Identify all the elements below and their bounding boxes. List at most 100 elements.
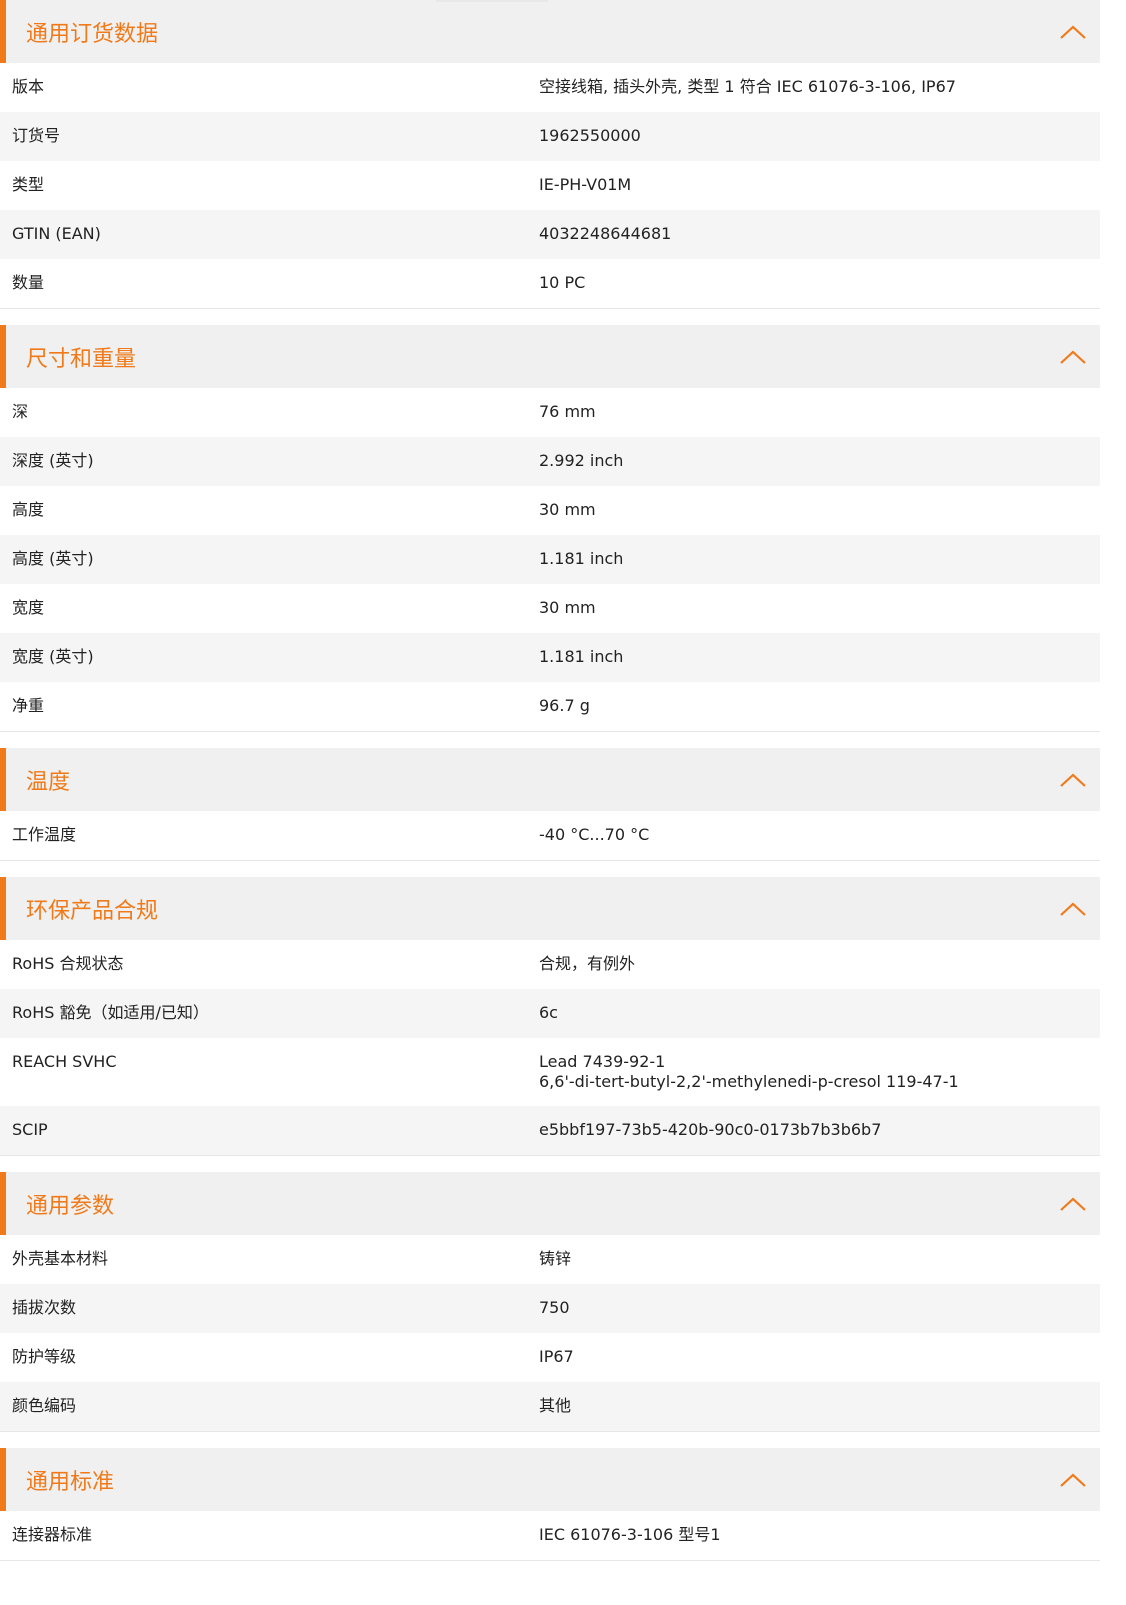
spec-label: RoHS 豁免（如适用/已知） xyxy=(12,1003,209,1022)
spec-row: 工作温度 -40 °C...70 °C xyxy=(0,811,1100,860)
section-title: 通用标准 xyxy=(26,1469,115,1495)
section-header[interactable]: 通用标准 xyxy=(0,1448,1100,1511)
spec-value-line: 6,6'-di-tert-butyl-2,2'-methylenedi-p-cr… xyxy=(539,1072,959,1091)
spec-table: 工作温度 -40 °C...70 °C xyxy=(0,811,1100,861)
spec-value: 6c xyxy=(539,989,1100,1037)
spec-row: 插拔次数 750 xyxy=(0,1284,1100,1333)
spec-label: RoHS 合规状态 xyxy=(12,954,124,973)
chevron-up-icon[interactable] xyxy=(1056,15,1090,49)
chevron-up-icon[interactable] xyxy=(1056,763,1090,797)
spec-table: 深 76 mm 深度 (英寸) 2.992 inch 高度 30 mm 高度 (英寸) 1.1… xyxy=(0,388,1100,732)
spec-value: 合规，有例外 xyxy=(539,940,1100,988)
spec-value-line: 1.181 inch xyxy=(539,549,624,568)
spec-value: 30 mm xyxy=(539,584,1100,632)
spec-label: 插拔次数 xyxy=(12,1298,77,1317)
spec-value-line: 铸锌 xyxy=(539,1249,572,1268)
spec-value: 空接线箱, 插头外壳, 类型 1 符合 IEC 61076-3-106, IP6… xyxy=(539,63,1100,111)
spec-value-line: 96.7 g xyxy=(539,696,590,715)
spec-value-line: 30 mm xyxy=(539,598,596,617)
spec-label: 高度 xyxy=(12,500,45,519)
section-title: 温度 xyxy=(26,769,71,795)
spec-row: 高度 (英寸) 1.181 inch xyxy=(0,535,1100,584)
spec-value-line: 空接线箱, 插头外壳, 类型 1 符合 IEC 61076-3-106, IP6… xyxy=(539,77,956,96)
section-title: 通用订货数据 xyxy=(26,21,159,47)
spec-section: 通用订货数据版本 空接线箱, 插头外壳, 类型 1 符合 IEC 61076-3-… xyxy=(0,0,1100,309)
spec-row: 版本 空接线箱, 插头外壳, 类型 1 符合 IEC 61076-3-106, I… xyxy=(0,63,1100,112)
spec-label: 外壳基本材料 xyxy=(12,1249,109,1268)
spec-value-line: 10 PC xyxy=(539,273,586,292)
section-header[interactable]: 尺寸和重量 xyxy=(0,325,1100,388)
spec-value-line: 76 mm xyxy=(539,402,596,421)
spec-label: 订货号 xyxy=(12,126,61,145)
spec-value: -40 °C...70 °C xyxy=(539,811,1100,859)
spec-value-line: IP67 xyxy=(539,1347,574,1366)
spec-table: 连接器标准 IEC 61076-3-106 型号1 xyxy=(0,1511,1100,1561)
spec-value-line: 750 xyxy=(539,1298,570,1317)
spec-row: SCIP e5bbf197-73b5-420b-90c0-0173b7b3b6b7 xyxy=(0,1106,1100,1155)
spec-label: 版本 xyxy=(12,77,45,96)
spec-value-line: 其他 xyxy=(539,1396,572,1415)
spec-value: 76 mm xyxy=(539,388,1100,436)
spec-label: 净重 xyxy=(12,696,45,715)
top-tab-edge xyxy=(436,0,548,2)
spec-row: 订货号 1962550000 xyxy=(0,112,1100,161)
chevron-up-icon[interactable] xyxy=(1056,1187,1090,1221)
section-title: 通用参数 xyxy=(26,1193,115,1219)
spec-row: 深 76 mm xyxy=(0,388,1100,437)
spec-row: 外壳基本材料 铸锌 xyxy=(0,1235,1100,1284)
spec-label: REACH SVHC xyxy=(12,1052,117,1071)
spec-label: 颜色编码 xyxy=(12,1396,77,1415)
spec-value: 4032248644681 xyxy=(539,210,1100,258)
chevron-up-icon[interactable] xyxy=(1056,892,1090,926)
spec-row: 宽度 30 mm xyxy=(0,584,1100,633)
spec-table: 版本 空接线箱, 插头外壳, 类型 1 符合 IEC 61076-3-106, I… xyxy=(0,63,1100,309)
spec-value: 2.992 inch xyxy=(539,437,1100,485)
spec-value: 1.181 inch xyxy=(539,535,1100,583)
spec-value-line: 2.992 inch xyxy=(539,451,624,470)
spec-section: 尺寸和重量深 76 mm 深度 (英寸) 2.992 inch 高度 30 mm 高度 (英… xyxy=(0,325,1100,732)
spec-value: 1.181 inch xyxy=(539,633,1100,681)
spec-label: SCIP xyxy=(12,1120,48,1139)
section-header[interactable]: 通用订货数据 xyxy=(0,0,1100,63)
chevron-up-icon[interactable] xyxy=(1056,340,1090,374)
spec-value-line: 合规，有例外 xyxy=(539,954,636,973)
spec-value: 30 mm xyxy=(539,486,1100,534)
spec-value-line: 1962550000 xyxy=(539,126,641,145)
spec-value-line: -40 °C...70 °C xyxy=(539,825,650,844)
spec-row: REACH SVHC Lead 7439-92-1 6,6'-di-tert-but… xyxy=(0,1038,1100,1106)
spec-row: 颜色编码 其他 xyxy=(0,1382,1100,1431)
spec-value: 10 PC xyxy=(539,259,1100,307)
spec-label: 高度 (英寸) xyxy=(12,549,94,568)
spec-value: 铸锌 xyxy=(539,1235,1100,1283)
spec-label: 工作温度 xyxy=(12,825,77,844)
spec-value: 750 xyxy=(539,1284,1100,1332)
spec-value-line: Lead 7439-92-1 xyxy=(539,1052,666,1071)
spec-value-line: IEC 61076-3-106 型号1 xyxy=(539,1525,721,1544)
spec-value: 其他 xyxy=(539,1382,1100,1430)
spec-row: 数量 10 PC xyxy=(0,259,1100,308)
section-header[interactable]: 通用参数 xyxy=(0,1172,1100,1235)
spec-row: 高度 30 mm xyxy=(0,486,1100,535)
spec-value-line: IE-PH-V01M xyxy=(539,175,632,194)
spec-row: GTIN (EAN) 4032248644681 xyxy=(0,210,1100,259)
spec-row: 净重 96.7 g xyxy=(0,682,1100,731)
spec-table: RoHS 合规状态 合规，有例外 RoHS 豁免（如适用/已知） 6c REACH SV… xyxy=(0,940,1100,1156)
spec-label: 宽度 xyxy=(12,598,45,617)
spec-row: 连接器标准 IEC 61076-3-106 型号1 xyxy=(0,1511,1100,1560)
spec-value: e5bbf197-73b5-420b-90c0-0173b7b3b6b7 xyxy=(539,1106,1100,1154)
spec-label: GTIN (EAN) xyxy=(12,224,101,243)
spec-section: 通用参数外壳基本材料 铸锌插拔次数 750 防护等级 IP67 颜色编码 其他 xyxy=(0,1172,1100,1432)
section-header[interactable]: 环保产品合规 xyxy=(0,877,1100,940)
spec-section: 温度工作温度 -40 °C...70 °C xyxy=(0,748,1100,861)
chevron-up-icon[interactable] xyxy=(1056,1463,1090,1497)
spec-value: 96.7 g xyxy=(539,682,1100,730)
section-header[interactable]: 温度 xyxy=(0,748,1100,811)
spec-label: 宽度 (英寸) xyxy=(12,647,94,666)
spec-label: 防护等级 xyxy=(12,1347,77,1366)
spec-accordion: 通用订货数据版本 空接线箱, 插头外壳, 类型 1 符合 IEC 61076-3-… xyxy=(0,0,1126,1577)
